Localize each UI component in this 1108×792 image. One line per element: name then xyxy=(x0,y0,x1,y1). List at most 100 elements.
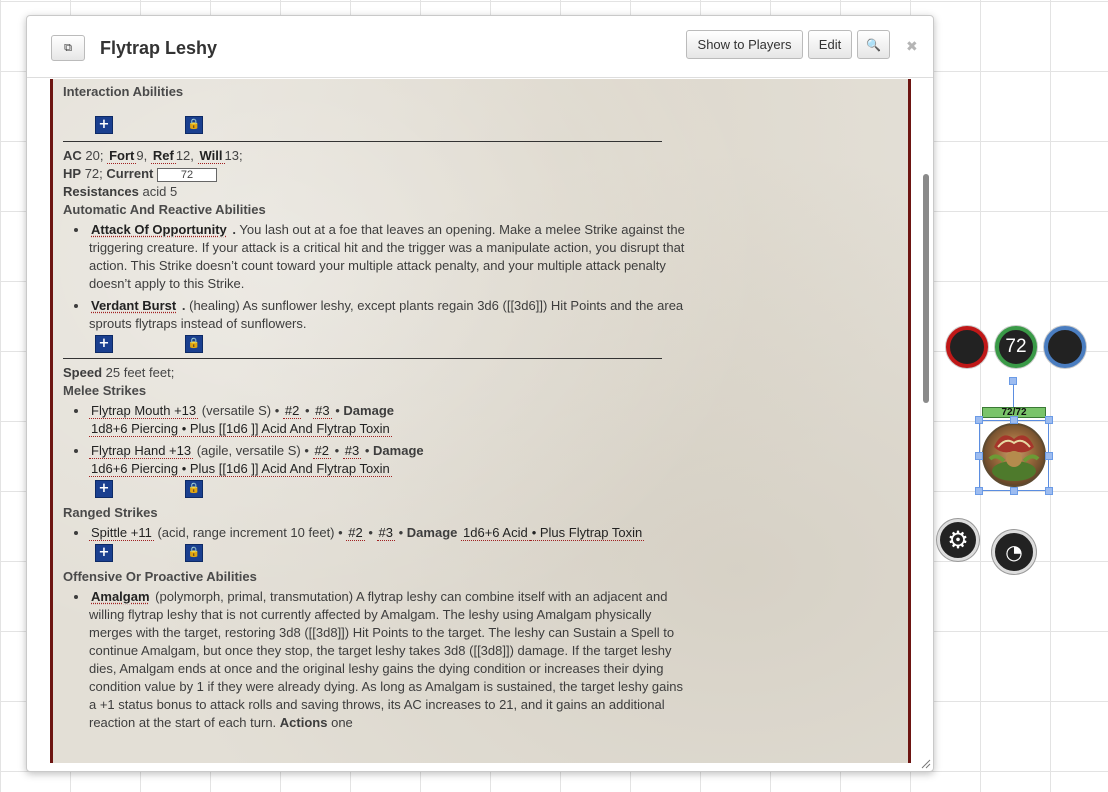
dialog-titlebar[interactable]: ⧉ Flytrap Leshy Show to Players Edit 🔍 ✖ xyxy=(27,16,933,78)
ranged-strikes-list: Spittle +11 (acid, range increment 10 fe… xyxy=(63,524,693,542)
token-aura-button[interactable]: ◔ xyxy=(992,530,1036,574)
hand-damage-link[interactable]: 1d6+6 Piercing • Plus [[1d6 ]] Acid And … xyxy=(89,461,392,477)
mouth-map2-link[interactable]: #2 xyxy=(282,403,302,419)
dialog-title: Flytrap Leshy xyxy=(100,38,218,58)
will-value: 13; xyxy=(224,148,243,163)
hp-label: HP xyxy=(63,166,82,181)
token-bar2-circle[interactable]: 72 xyxy=(995,326,1037,368)
mouth-damage-link[interactable]: 1d8+6 Piercing • Plus [[1d6 ]] Acid And … xyxy=(89,421,392,437)
sheet-scroll-area[interactable]: Interaction Abilities + 🔒 AC 20; Fort 9, … xyxy=(31,79,921,763)
flytrap-leshy-token[interactable] xyxy=(982,423,1046,487)
spittle-plus-link[interactable]: • Plus Flytrap Toxin xyxy=(529,525,645,541)
resistances-line: Resistances acid 5 xyxy=(63,183,693,201)
spittle-map2-link[interactable]: #2 xyxy=(346,525,365,541)
ref-value: 12, xyxy=(175,148,194,163)
edit-button[interactable]: Edit xyxy=(808,30,852,59)
mouth-traits: (versatile S) • xyxy=(201,403,280,418)
spittle-traits: (acid, range increment 10 feet) • xyxy=(157,525,343,540)
resistances-value: acid 5 xyxy=(142,184,178,199)
actions-value: one xyxy=(331,715,353,730)
spittle-attack-link[interactable]: Spittle +11 xyxy=(89,525,154,541)
character-sheet-dialog: ⧉ Flytrap Leshy Show to Players Edit 🔍 ✖… xyxy=(26,15,934,772)
resize-handle-sw[interactable] xyxy=(975,487,983,495)
offensive-abilities-list: Amalgam (polymorph, primal, transmutatio… xyxy=(63,588,693,732)
spittle-map3-link[interactable]: #3 xyxy=(376,525,396,541)
sheet-content: Interaction Abilities + 🔒 AC 20; Fort 9, … xyxy=(63,79,693,736)
melee-strikes-heading: Melee Strikes xyxy=(63,383,147,398)
actions-label: Actions xyxy=(279,715,328,730)
ac-value: 20; xyxy=(85,148,104,163)
add-icon[interactable]: + xyxy=(95,544,113,562)
list-item: Attack Of Opportunity . You lash out at … xyxy=(89,221,693,293)
popout-icon: ⧉ xyxy=(64,41,72,54)
speed-label: Speed xyxy=(63,365,103,380)
resize-handle-se[interactable] xyxy=(1045,487,1053,495)
search-button[interactable]: 🔍 xyxy=(857,30,890,59)
will-save-link[interactable]: Will xyxy=(197,148,225,164)
list-item: Flytrap Hand +13 (agile, versatile S) • … xyxy=(89,442,693,478)
add-icon[interactable]: + xyxy=(95,116,113,134)
flytrap-hand-attack-link[interactable]: Flytrap Hand +13 xyxy=(89,443,194,459)
melee-strikes-list: Flytrap Mouth +13 (versatile S) • #2 • #… xyxy=(63,402,693,478)
melee-icon-row: + 🔒 xyxy=(63,480,693,504)
popout-button[interactable]: ⧉ xyxy=(51,35,85,61)
lock-icon[interactable]: 🔒 xyxy=(185,480,203,498)
vertical-scrollbar[interactable] xyxy=(923,174,929,403)
rotation-handle[interactable] xyxy=(1009,377,1017,385)
flytrap-mouth-attack-link[interactable]: Flytrap Mouth +13 xyxy=(89,403,199,419)
token-bar1-circle[interactable] xyxy=(946,326,988,368)
damage-label: Damage xyxy=(343,403,394,418)
resize-handle-e[interactable] xyxy=(1045,452,1053,460)
amalgam-link[interactable]: Amalgam xyxy=(89,589,152,604)
resize-handle-s[interactable] xyxy=(1010,487,1018,495)
speed-value: 25 feet feet; xyxy=(105,365,175,380)
fort-save-link[interactable]: Fort xyxy=(107,148,137,164)
automatic-abilities-heading: Automatic And Reactive Abilities xyxy=(63,202,266,217)
ranged-icon-row: + 🔒 xyxy=(63,544,693,568)
verdant-burst-link[interactable]: Verdant Burst xyxy=(89,298,178,313)
resize-handle-icon[interactable] xyxy=(921,759,931,769)
hand-map3-link[interactable]: #3 xyxy=(342,443,362,459)
bar2-value: 72 xyxy=(1005,336,1027,357)
defense-line: AC 20; Fort 9, Ref 12, Will 13; xyxy=(63,147,693,165)
show-to-players-button[interactable]: Show to Players xyxy=(686,30,803,59)
close-icon[interactable]: ✖ xyxy=(906,39,918,55)
amalgam-description: (polymorph, primal, transmutation) A fly… xyxy=(89,589,684,730)
list-item: Amalgam (polymorph, primal, transmutatio… xyxy=(89,588,693,732)
list-item: Flytrap Mouth +13 (versatile S) • #2 • #… xyxy=(89,402,693,438)
damage-label: Damage xyxy=(406,525,458,540)
spittle-damage-link[interactable]: 1d6+6 Acid xyxy=(461,525,530,541)
hand-traits: (agile, versatile S) • xyxy=(196,443,309,458)
resize-handle-nw[interactable] xyxy=(975,416,983,424)
token-bar3-circle[interactable] xyxy=(1044,326,1086,368)
add-icon[interactable]: + xyxy=(95,480,113,498)
lock-icon[interactable]: 🔒 xyxy=(185,335,203,353)
fort-value: 9, xyxy=(136,148,148,163)
mouth-map3-link[interactable]: #3 xyxy=(313,403,332,419)
current-hp-input[interactable]: 72 xyxy=(156,167,217,182)
flytrap-token-icon xyxy=(988,435,1040,481)
attack-of-opportunity-link[interactable]: Attack Of Opportunity xyxy=(89,222,229,237)
resize-handle-w[interactable] xyxy=(975,452,983,460)
verdant-burst-description: (healing) As sunflower leshy, except pla… xyxy=(89,298,684,331)
list-item: Verdant Burst . (healing) As sunflower l… xyxy=(89,297,693,333)
ref-save-link[interactable]: Ref xyxy=(150,148,176,164)
interaction-icon-row: + 🔒 xyxy=(63,116,693,140)
damage-label: Damage xyxy=(373,443,424,458)
resistances-label: Resistances xyxy=(63,184,139,199)
lock-icon[interactable]: 🔒 xyxy=(185,116,203,134)
list-item: Spittle +11 (acid, range increment 10 fe… xyxy=(89,524,693,542)
token-settings-button[interactable]: ⚙ xyxy=(937,519,979,561)
gauge-icon: ◔ xyxy=(1005,540,1023,564)
lock-icon[interactable]: 🔒 xyxy=(185,544,203,562)
resize-handle-ne[interactable] xyxy=(1045,416,1053,424)
automatic-abilities-list: Attack Of Opportunity . You lash out at … xyxy=(63,221,693,333)
hp-line: HP 72; Current 72 xyxy=(63,165,693,183)
add-icon[interactable]: + xyxy=(95,335,113,353)
interaction-abilities-heading: Interaction Abilities xyxy=(63,84,184,99)
offensive-abilities-heading: Offensive Or Proactive Abilities xyxy=(63,569,257,584)
divider xyxy=(63,141,662,142)
hand-map2-link[interactable]: #2 xyxy=(312,443,332,459)
resize-handle-n[interactable] xyxy=(1010,416,1018,424)
gear-icon: ⚙ xyxy=(947,526,969,554)
